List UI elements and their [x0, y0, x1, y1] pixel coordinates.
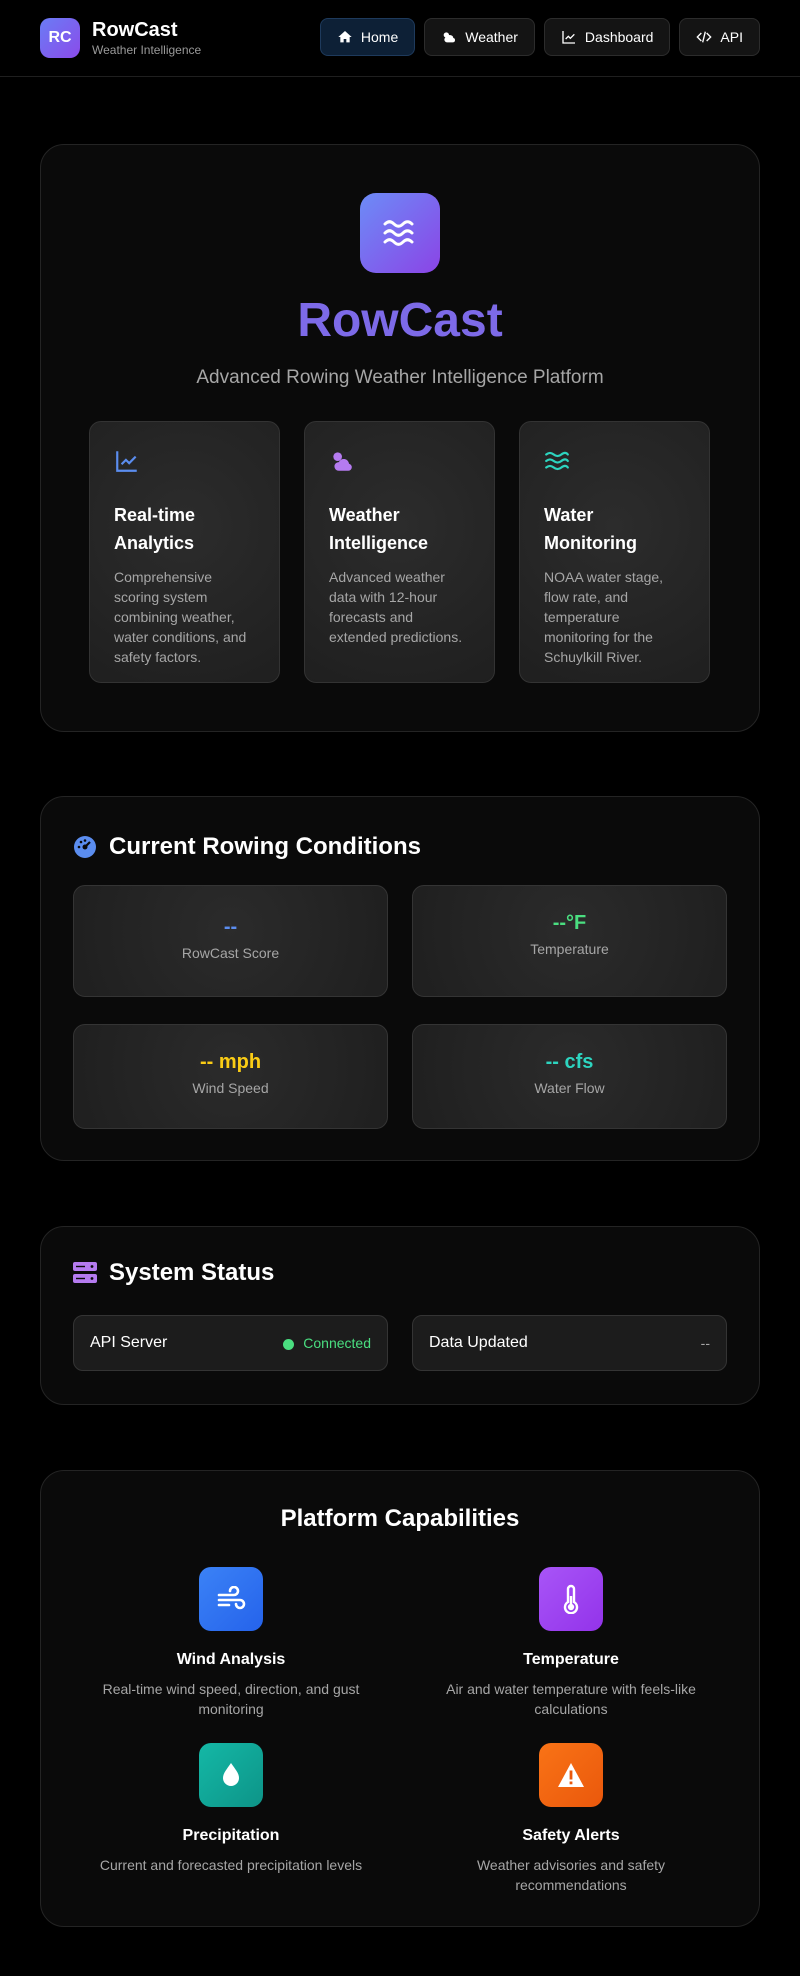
feature-description: Comprehensive scoring system combining w… — [114, 569, 247, 665]
data-updated-value: -- — [700, 1335, 710, 1351]
wind-icon — [199, 1567, 263, 1631]
server-icon — [73, 1262, 97, 1283]
cloud-sun-icon — [333, 452, 352, 471]
conditions-title: Current Rowing Conditions — [109, 833, 421, 860]
waves-icon — [360, 193, 440, 273]
cloud-sun-icon — [443, 32, 456, 43]
nav-home-button[interactable]: Home — [319, 18, 416, 56]
metric-value: --°F — [552, 912, 587, 934]
data-updated-label: Data Updated — [429, 1334, 528, 1351]
metric-label: Wind Speed — [192, 1080, 269, 1096]
metric-temperature: --°F Temperature — [412, 885, 727, 997]
capability-description: Current and forecasted precipitation lev… — [99, 1857, 363, 1873]
feature-card-analytics: Real-time Analytics Comprehensive scorin… — [89, 421, 280, 683]
metric-label: Water Flow — [534, 1080, 605, 1096]
metric-rowcast-score: -- RowCast Score — [73, 885, 388, 997]
droplet-icon — [199, 1743, 263, 1807]
api-server-label: API Server — [90, 1334, 168, 1351]
capability-precipitation: Precipitation Current and forecasted pre… — [61, 1743, 401, 1875]
chart-line-icon — [116, 451, 137, 472]
gauge-icon — [74, 836, 96, 858]
thermometer-icon — [539, 1567, 603, 1631]
metric-value: -- mph — [199, 1051, 262, 1073]
feature-title: Weather Intelligence — [329, 505, 429, 553]
conditions-card: Current Rowing Conditions -- RowCast Sco… — [40, 796, 760, 1161]
nav-api-button[interactable]: API — [679, 18, 760, 56]
code-icon — [696, 31, 713, 43]
capability-wind: Wind Analysis Real-time wind speed, dire… — [61, 1567, 401, 1719]
system-status-card: System Status API Server Connected Data … — [40, 1226, 760, 1405]
brand-name: RowCast — [92, 19, 178, 41]
nav-api-label: API — [720, 29, 743, 45]
nav-weather-label: Weather — [465, 29, 518, 45]
capability-temperature: Temperature Air and water temperature wi… — [401, 1567, 741, 1719]
capabilities-title: Platform Capabilities — [280, 1505, 520, 1532]
capability-description: Real-time wind speed, direction, and gus… — [102, 1681, 360, 1717]
water-icon — [545, 451, 569, 471]
brand[interactable]: RC RowCast Weather Intelligence — [40, 18, 201, 58]
system-status-title: System Status — [109, 1259, 275, 1286]
capability-title: Precipitation — [182, 1827, 280, 1844]
nav-home-label: Home — [360, 29, 399, 45]
data-updated-status: Data Updated -- — [412, 1315, 727, 1371]
hero-title: RowCast — [297, 294, 503, 347]
capability-safety-alerts: Safety Alerts Weather advisories and saf… — [401, 1743, 741, 1895]
capability-description: Air and water temperature with feels-lik… — [446, 1681, 696, 1717]
warning-icon — [539, 1743, 603, 1807]
hero-subtitle: Advanced Rowing Weather Intelligence Pla… — [196, 367, 604, 388]
feature-title: Real-time Analytics — [114, 505, 196, 553]
feature-title: Water Monitoring — [544, 505, 637, 553]
nav-weather-button[interactable]: Weather — [424, 18, 535, 56]
feature-description: NOAA water stage, flow rate, and tempera… — [544, 569, 664, 665]
feature-card-weather: Weather Intelligence Advanced weather da… — [304, 421, 495, 683]
home-icon — [338, 31, 352, 43]
nav-dashboard-label: Dashboard — [584, 29, 654, 45]
feature-description: Advanced weather data with 12-hour forec… — [329, 569, 463, 645]
capability-title: Safety Alerts — [522, 1827, 620, 1844]
capability-title: Wind Analysis — [176, 1651, 286, 1668]
metric-value: -- — [223, 916, 238, 938]
capability-description: Weather advisories and safety recommenda… — [476, 1857, 666, 1893]
top-navbar: RC RowCast Weather Intelligence Home Wea… — [0, 0, 800, 77]
metric-water-flow: -- cfs Water Flow — [412, 1024, 727, 1129]
capability-title: Temperature — [523, 1651, 619, 1668]
feature-card-water: Water Monitoring NOAA water stage, flow … — [519, 421, 710, 683]
chart-line-icon — [562, 31, 575, 44]
nav-dashboard-button[interactable]: Dashboard — [543, 18, 671, 56]
api-server-value: Connected — [303, 1335, 371, 1351]
logo-badge: RC — [40, 18, 80, 58]
metric-wind-speed: -- mph Wind Speed — [73, 1024, 388, 1129]
capabilities-card: Platform Capabilities Wind Analysis Real… — [40, 1470, 760, 1927]
hero-card: RowCast Advanced Rowing Weather Intellig… — [40, 144, 760, 732]
metric-value: -- cfs — [545, 1051, 594, 1073]
status-dot-icon — [283, 1338, 295, 1350]
brand-tagline: Weather Intelligence — [92, 43, 202, 57]
metric-label: RowCast Score — [181, 945, 280, 961]
api-server-status: API Server Connected — [73, 1315, 388, 1371]
metric-label: Temperature — [530, 941, 609, 957]
main-nav: Home Weather Dashboard API — [319, 18, 760, 56]
